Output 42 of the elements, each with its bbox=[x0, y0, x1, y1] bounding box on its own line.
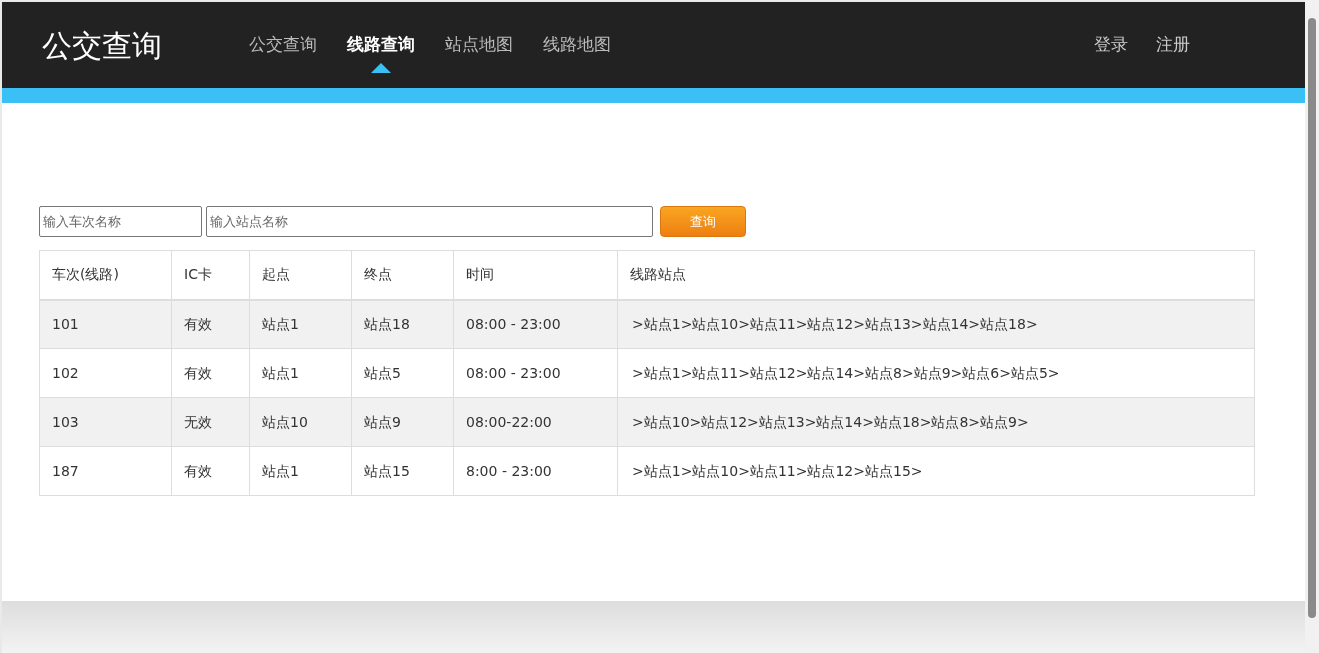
column-header: 起点 bbox=[249, 250, 352, 300]
table-cell: 有效 bbox=[171, 446, 250, 496]
table-cell: 08:00 - 23:00 bbox=[453, 299, 618, 349]
table-cell: 08:00 - 23:00 bbox=[453, 348, 618, 398]
scrollbar-thumb[interactable] bbox=[1308, 18, 1316, 618]
table-cell: 站点1 bbox=[249, 348, 352, 398]
search-field[interactable]: 输入车次名称 bbox=[39, 206, 202, 237]
table-cell: >站点1>站点10>站点11>站点12>站点13>站点14>站点18> bbox=[617, 299, 1255, 349]
table-cell: 站点10 bbox=[249, 397, 352, 447]
column-header: 时间 bbox=[453, 250, 618, 300]
table-cell: 187 bbox=[39, 446, 172, 496]
active-indicator bbox=[371, 63, 391, 74]
table-cell: >站点1>站点11>站点12>站点14>站点8>站点9>站点6>站点5> bbox=[617, 348, 1255, 398]
table-cell: 102 bbox=[39, 348, 172, 398]
table-cell: 无效 bbox=[171, 397, 250, 447]
account-link[interactable]: 登录 bbox=[1094, 32, 1128, 58]
table-cell: >站点1>站点10>站点11>站点12>站点15> bbox=[617, 446, 1255, 496]
table-cell: 101 bbox=[39, 299, 172, 349]
column-header: 线路站点 bbox=[617, 250, 1255, 300]
table-cell: 站点9 bbox=[351, 397, 454, 447]
table-cell: 站点1 bbox=[249, 299, 352, 349]
table-cell: 站点15 bbox=[351, 446, 454, 496]
table-cell: 08:00-22:00 bbox=[453, 397, 618, 447]
table-cell: 站点1 bbox=[249, 446, 352, 496]
table-cell: 103 bbox=[39, 397, 172, 447]
nav-link[interactable]: 线路查询 bbox=[345, 32, 417, 58]
account-link[interactable]: 注册 bbox=[1156, 32, 1190, 58]
table-cell: 8:00 - 23:00 bbox=[453, 446, 618, 496]
table-cell: 有效 bbox=[171, 348, 250, 398]
column-header: 车次(线路) bbox=[39, 250, 172, 300]
search-field[interactable]: 输入站点名称 bbox=[206, 206, 653, 237]
nav-link[interactable]: 线路地图 bbox=[541, 32, 613, 58]
site-logo[interactable]: 公交查询 bbox=[42, 22, 247, 68]
table-cell: 有效 bbox=[171, 299, 250, 349]
column-header: IC卡 bbox=[171, 250, 250, 300]
column-header: 终点 bbox=[351, 250, 454, 300]
scrollbar[interactable] bbox=[1305, 0, 1319, 653]
nav-link[interactable]: 站点地图 bbox=[443, 32, 515, 58]
table-cell: 站点5 bbox=[351, 348, 454, 398]
nav-link[interactable]: 公交查询 bbox=[247, 32, 319, 58]
table-cell: >站点10>站点12>站点13>站点14>站点18>站点8>站点9> bbox=[617, 397, 1255, 447]
table-cell: 站点18 bbox=[351, 299, 454, 349]
